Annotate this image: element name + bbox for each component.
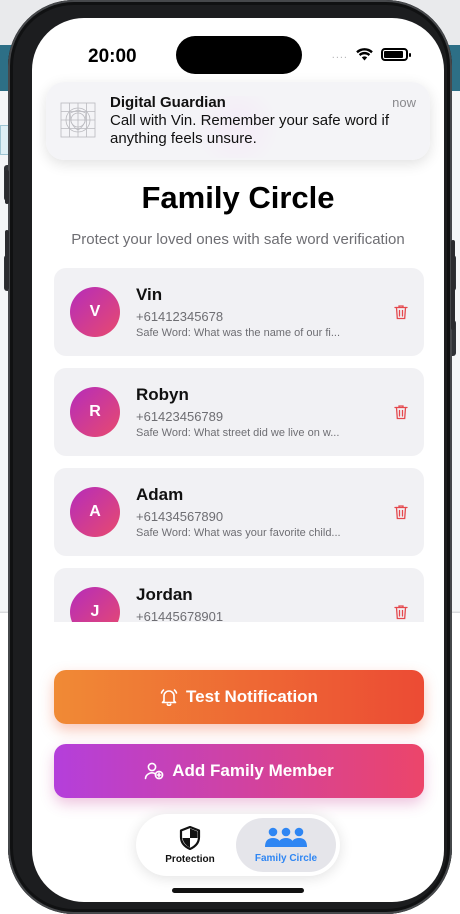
member-name: Adam — [136, 485, 184, 504]
member-name: Robyn — [136, 385, 189, 404]
avatar: A — [70, 487, 120, 537]
bell-icon — [160, 689, 178, 706]
test-notification-button[interactable]: Test Notification — [54, 670, 424, 724]
tab-family-circle-label: Family Circle — [254, 852, 318, 864]
notification-message: Call with Vin. Remember your safe word i… — [110, 112, 389, 147]
trash-icon[interactable] — [394, 604, 408, 620]
tab-bar: Protection Family Circle — [136, 814, 340, 876]
tab-protection[interactable]: Protection — [142, 818, 238, 872]
notification-time: now — [392, 95, 416, 110]
member-name: Jordan — [136, 585, 193, 604]
status-time: 20:00 — [88, 46, 137, 67]
trash-icon[interactable] — [394, 304, 408, 320]
phone-side-button — [451, 240, 455, 330]
member-safe-word: Safe Word: What street did we live on w.… — [136, 427, 340, 439]
page-subtitle: Protect your loved ones with safe word v… — [71, 231, 405, 248]
member-phone: +61412345678 — [136, 309, 224, 324]
tab-protection-label: Protection — [165, 853, 215, 865]
shield-grid-icon — [60, 102, 96, 138]
notification-app-name: Digital Guardian — [110, 94, 226, 111]
trash-icon[interactable] — [394, 404, 408, 420]
test-notification-label: Test Notification — [186, 687, 318, 706]
member-card[interactable]: J Jordan +61445678901 — [54, 568, 424, 622]
wifi-icon — [356, 48, 373, 61]
member-safe-word: Safe Word: What was your favorite child.… — [136, 527, 341, 539]
member-safe-word: Safe Word: What was the name of our fi..… — [136, 327, 340, 339]
add-family-member-label: Add Family Member — [172, 761, 334, 780]
avatar: V — [70, 287, 120, 337]
dynamic-island — [176, 36, 302, 74]
avatar: J — [70, 587, 120, 622]
battery-icon — [381, 48, 411, 61]
page-title: Family Circle — [141, 180, 335, 215]
app-screen: 20:00 .... Digital Guardian now Call wit… — [32, 18, 444, 902]
family-group-icon — [265, 827, 307, 847]
member-card[interactable]: V Vin +61412345678 Safe Word: What was t… — [54, 268, 424, 356]
member-phone: +61423456789 — [136, 409, 224, 424]
member-name: Vin — [136, 285, 163, 304]
avatar: R — [70, 387, 120, 437]
tab-family-circle[interactable]: Family Circle — [236, 818, 336, 872]
family-member-list[interactable]: V Vin +61412345678 Safe Word: What was t… — [54, 268, 424, 622]
member-phone: +61445678901 — [136, 609, 224, 622]
status-icons: .... — [331, 48, 411, 61]
member-card[interactable]: R Robyn +61423456789 Safe Word: What str… — [54, 368, 424, 456]
phone-side-button — [5, 230, 9, 290]
add-person-icon — [144, 762, 164, 780]
phone-side-button — [5, 170, 9, 204]
home-indicator — [172, 888, 304, 893]
shield-icon — [179, 825, 201, 850]
trash-icon[interactable] — [394, 504, 408, 520]
signal-icon: .... — [331, 48, 348, 61]
phone-frame: 20:00 .... Digital Guardian now Call wit… — [5, 0, 455, 914]
notification-banner[interactable]: Digital Guardian now Call with Vin. Reme… — [46, 82, 430, 160]
add-family-member-button[interactable]: Add Family Member — [54, 744, 424, 798]
member-card[interactable]: A Adam +61434567890 Safe Word: What was … — [54, 468, 424, 556]
member-phone: +61434567890 — [136, 509, 224, 524]
